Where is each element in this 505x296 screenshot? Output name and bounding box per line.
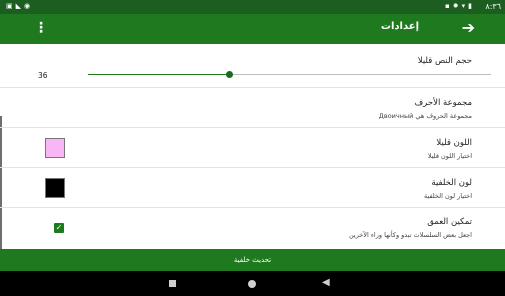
settings-gear-icon: ✹ xyxy=(452,2,462,10)
depth-setting[interactable]: ✓ تمكين العمق اجعل بعض السلسلات تبدو وكأ… xyxy=(0,208,505,249)
text-size-value: 36 xyxy=(38,71,48,80)
location-icon: ◉ xyxy=(24,2,34,10)
background-color-label: لون الخلفية xyxy=(431,178,472,188)
depth-checkbox[interactable]: ✓ xyxy=(54,223,64,233)
depth-summary: اجعل بعض السلسلات تبدو وكأنها وراء الآخر… xyxy=(348,231,472,239)
slider-thumb[interactable] xyxy=(226,71,234,78)
signal-icon: ◣ xyxy=(15,2,25,10)
more-vertical-icon[interactable]: ⋮ xyxy=(34,19,48,37)
text-size-setting[interactable]: حجم النص قليلا 36 xyxy=(0,44,505,88)
status-time: ٨:٣٦ xyxy=(485,2,501,11)
charset-label: مجموعة الأحرف xyxy=(414,98,472,108)
status-right-icons: ▪✹▾▮ xyxy=(445,2,475,10)
arrow-right-icon[interactable]: ➔ xyxy=(462,18,475,38)
charset-summary: مجموعة الحروف هي Двоичный xyxy=(378,112,472,120)
background-color-summary: اختيار لون الخلفية xyxy=(424,192,472,200)
system-nav-bar: ◀ xyxy=(0,271,505,296)
background-color-swatch[interactable] xyxy=(45,178,65,198)
text-size-label: حجم النص قليلا xyxy=(417,56,472,66)
page-title: إعدادات xyxy=(380,21,419,32)
battery-icon: ▮ xyxy=(468,2,475,10)
status-left-icons: ▣◣◉ xyxy=(6,2,33,10)
recents-square-icon[interactable] xyxy=(169,280,176,287)
home-circle-icon[interactable] xyxy=(248,280,256,288)
app-bar: ➔ إعدادات ⋮ xyxy=(0,14,505,44)
text-color-swatch[interactable] xyxy=(45,138,65,158)
image-icon: ▣ xyxy=(6,2,16,10)
text-color-summary: اختيار اللون قليلا xyxy=(427,152,472,160)
update-background-button[interactable]: تحديث خلفية xyxy=(0,249,505,271)
depth-label: تمكين العمق xyxy=(427,217,472,227)
charset-setting[interactable]: مجموعة الأحرف مجموعة الحروف هي Двоичный xyxy=(0,88,505,128)
update-background-label: تحديث خلفية xyxy=(233,256,272,264)
background-color-setting[interactable]: لون الخلفية اختيار لون الخلفية xyxy=(0,168,505,208)
text-color-label: اللون قليلا xyxy=(436,138,472,148)
notification-icon: ▪ xyxy=(445,2,453,10)
settings-list[interactable]: حجم النص قليلا 36 مجموعة الأحرف مجموعة ا… xyxy=(0,44,505,249)
status-bar: ▣◣◉ ▪✹▾▮ ٨:٣٦ xyxy=(0,0,505,14)
text-size-slider[interactable] xyxy=(88,71,491,78)
text-color-setting[interactable]: اللون قليلا اختيار اللون قليلا xyxy=(0,128,505,168)
slider-fill xyxy=(88,74,230,75)
check-icon: ✓ xyxy=(55,223,63,232)
back-triangle-icon[interactable]: ◀ xyxy=(322,277,330,289)
